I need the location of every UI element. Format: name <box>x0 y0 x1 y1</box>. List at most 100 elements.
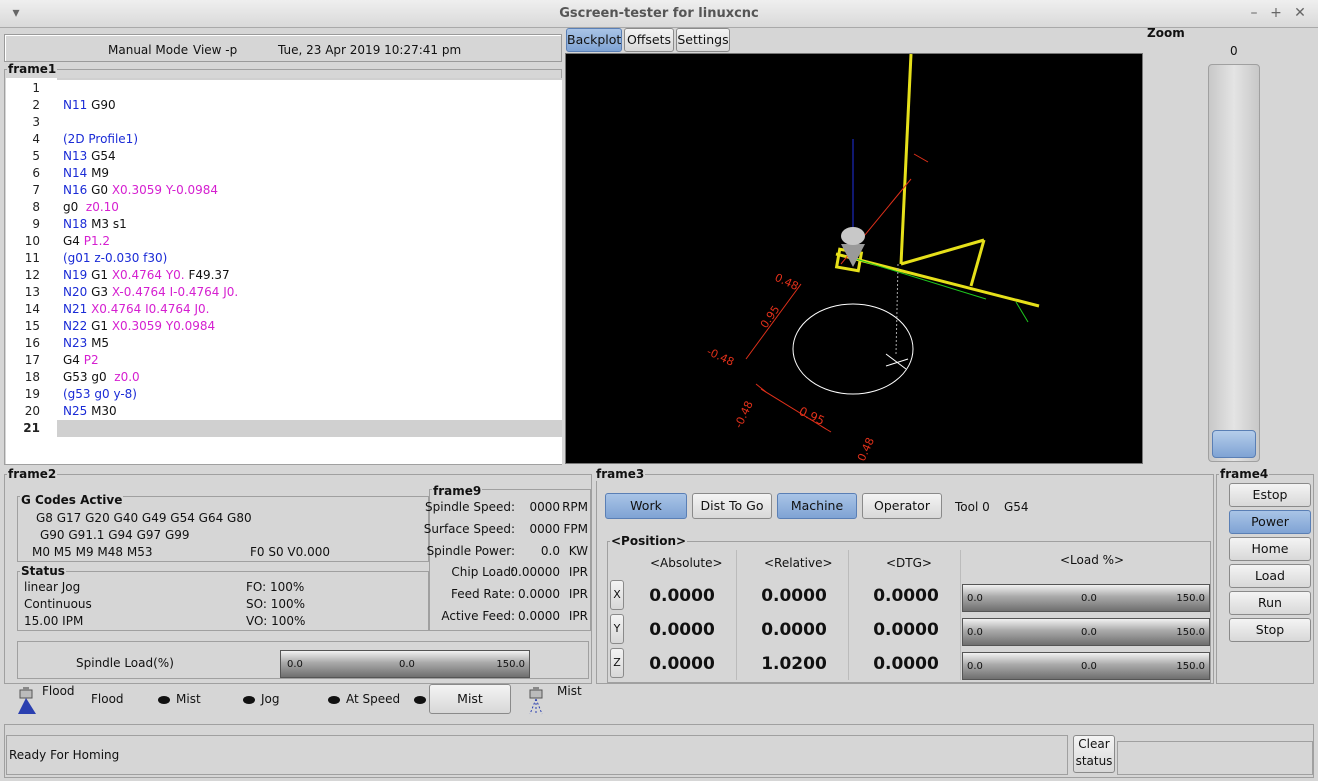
code-token: X0.3059 Y-0.0984 <box>111 183 219 197</box>
gcode-line[interactable]: 16 N23 M5 <box>6 335 562 352</box>
gcode-line[interactable]: 17 G4 P2 <box>6 352 562 369</box>
backplot-view[interactable]: 0.48 0.95 -0.48 -0.48 0.95 0.48 <box>565 53 1143 464</box>
mist-led <box>158 695 170 704</box>
line-number: 8 <box>32 200 40 214</box>
gcode-view[interactable]: 1 2 N11 G90 3 4 (2D Profile1) 5 N13 G54 6 N14 M9 7… <box>6 78 562 464</box>
code-token: N11 <box>63 98 88 112</box>
minimize-icon[interactable]: – <box>1246 5 1262 21</box>
gcode-line[interactable]: 3 <box>6 114 562 131</box>
backplot-label: 0.95 <box>797 404 827 428</box>
axis-y-button[interactable]: Y <box>610 614 624 644</box>
estop-button[interactable]: Estop <box>1229 483 1311 507</box>
clear-status-button[interactable]: Clear status <box>1073 735 1115 773</box>
axis-z-button[interactable]: Z <box>610 648 624 678</box>
gcode-line[interactable]: 6 N14 M9 <box>6 165 562 182</box>
dro-abs-z: 0.0000 <box>649 654 715 674</box>
gcode-line[interactable]: 21 <box>6 420 562 437</box>
axis-x-button[interactable]: X <box>610 580 624 610</box>
code-token: N20 <box>63 285 88 299</box>
status-vo: VO: 100% <box>246 614 306 628</box>
gcode-line[interactable]: 10 G4 P1.2 <box>6 233 562 250</box>
code-token: N18 <box>63 217 88 231</box>
gcode-line[interactable]: 15 N22 G1 X0.3059 Y0.0984 <box>6 318 562 335</box>
mist-button[interactable]: Mist <box>429 684 511 714</box>
load-button[interactable]: Load <box>1229 564 1311 588</box>
gcode-line[interactable]: 19 (g53 g0 y-8) <box>6 386 562 403</box>
line-code: N18 M3 s1 <box>63 216 127 233</box>
code-token: X0.4764 I0.4764 J0. <box>91 302 210 316</box>
code-token: X-0.4764 I-0.4764 J0. <box>111 285 239 299</box>
dist-to-go-button[interactable]: Dist To Go <box>692 493 772 519</box>
gcode-line[interactable]: 18 G53 g0 z0.0 <box>6 369 562 386</box>
code-token: G4 <box>63 353 84 367</box>
line-number: 7 <box>32 183 40 197</box>
mist-icon <box>529 687 543 715</box>
stop-button[interactable]: Stop <box>1229 618 1311 642</box>
line-number: 4 <box>32 132 40 146</box>
gcode-line[interactable]: 20 N25 M30 <box>6 403 562 420</box>
gcode-line[interactable]: 8 g0 z0.10 <box>6 199 562 216</box>
gcode-line[interactable]: 9 N18 M3 s1 <box>6 216 562 233</box>
flood-icon <box>18 687 36 714</box>
close-icon[interactable]: ✕ <box>1292 5 1308 21</box>
line-number: 6 <box>32 166 40 180</box>
gcode-line[interactable]: 13 N20 G3 X-0.4764 I-0.4764 J0. <box>6 284 562 301</box>
line-code: G4 P2 <box>63 352 99 369</box>
line-number: 11 <box>24 251 40 265</box>
code-token: (g01 z-0.030 f30) <box>63 251 168 265</box>
dro-rel-x: 0.0000 <box>761 586 827 606</box>
position-panel: <Position> <Absolute> <Relative> <DTG> <… <box>607 534 1211 683</box>
jog-led <box>243 695 255 704</box>
mist-indicator: Mist <box>158 692 201 706</box>
backplot-label: -0.48 <box>705 345 736 369</box>
gcodes-active-panel: G Codes Active G8 G17 G20 G40 G49 G54 G6… <box>17 493 429 562</box>
at-speed-led <box>328 695 340 704</box>
status-continuous: Continuous <box>24 597 92 611</box>
code-token: M30 <box>87 404 117 418</box>
frame9-unit: IPR <box>568 609 588 623</box>
zoom-slider-handle[interactable] <box>1212 430 1256 458</box>
gcode-line[interactable]: 12 N19 G1 X0.4764 Y0. F49.37 <box>6 267 562 284</box>
frame9-unit: IPR <box>568 587 588 602</box>
gcode-line[interactable]: 4 (2D Profile1) <box>6 131 562 148</box>
gcodes-line2: G90 G91.1 G94 G97 G99 <box>40 528 190 542</box>
home-button[interactable]: Home <box>1229 537 1311 561</box>
code-token: G53 g0 <box>63 370 115 384</box>
line-number: 14 <box>24 302 40 316</box>
tab-settings[interactable]: Settings <box>676 28 730 52</box>
line-number: 16 <box>24 336 40 350</box>
code-token: G4 <box>63 234 84 248</box>
machine-button[interactable]: Machine <box>777 493 857 519</box>
flood-label: Flood <box>91 692 124 706</box>
work-button[interactable]: Work <box>605 493 687 519</box>
gcode-line[interactable]: 5 N13 G54 <box>6 148 562 165</box>
datetime-label: Tue, 23 Apr 2019 10:27:41 pm <box>278 43 462 57</box>
gcode-line[interactable]: 2 N11 G90 <box>6 97 562 114</box>
run-button[interactable]: Run <box>1229 591 1311 615</box>
maximize-icon[interactable]: + <box>1268 5 1284 21</box>
dro-abs-x: 0.0000 <box>649 586 715 606</box>
status-rate: 15.00 IPM <box>24 614 84 628</box>
zoom-slider[interactable] <box>1208 64 1260 462</box>
code-token: N19 <box>63 268 88 282</box>
frame9-label: frame9 <box>432 484 483 498</box>
frame9-label: Spindle Speed: <box>425 500 515 514</box>
flood-icon-label: Flood <box>42 684 75 698</box>
power-button[interactable]: Power <box>1229 510 1311 534</box>
gcode-line[interactable]: 7 N16 G0 X0.3059 Y-0.0984 <box>6 182 562 199</box>
operator-button[interactable]: Operator <box>862 493 942 519</box>
line-number: 21 <box>23 421 40 435</box>
code-token: N22 <box>63 319 88 333</box>
line-number: 15 <box>24 319 40 333</box>
gcode-line[interactable]: 1 <box>6 80 562 97</box>
tab-backplot[interactable]: Backplot <box>566 28 622 52</box>
header-absolute: <Absolute> <box>650 556 723 570</box>
line-number: 2 <box>32 98 40 112</box>
code-token: G0 <box>87 183 112 197</box>
tab-offsets[interactable]: Offsets <box>624 28 674 52</box>
gcode-line[interactable]: 14 N21 X0.4764 I0.4764 J0. <box>6 301 562 318</box>
line-number: 19 <box>24 387 40 401</box>
gcode-line[interactable]: 11 (g01 z-0.030 f30) <box>6 250 562 267</box>
code-token: G1 <box>87 319 112 333</box>
frame9-label: Feed Rate: <box>450 587 515 602</box>
